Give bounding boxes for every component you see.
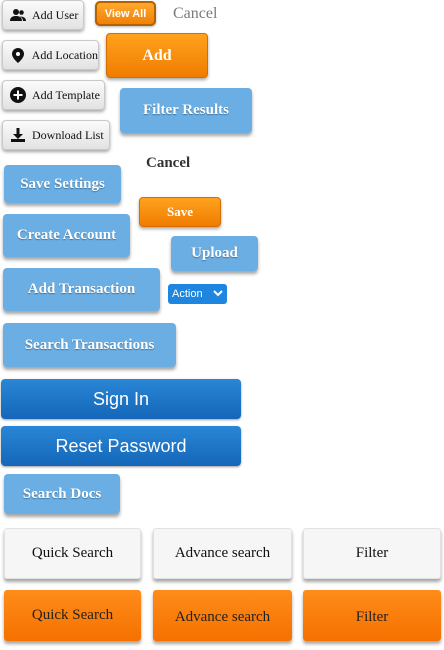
view-all-button[interactable]: View All	[95, 1, 156, 26]
add-template-button[interactable]: Add Template	[2, 80, 105, 110]
chevron-down-icon	[213, 288, 223, 300]
add-user-button[interactable]: Add User	[2, 0, 84, 30]
upload-button[interactable]: Upload	[171, 236, 258, 271]
save-settings-button[interactable]: Save Settings	[4, 165, 121, 203]
search-docs-button[interactable]: Search Docs	[4, 474, 120, 514]
add-location-button[interactable]: Add Location	[2, 40, 99, 70]
download-list-button[interactable]: Download List	[2, 120, 110, 150]
add-button[interactable]: Add	[106, 33, 208, 78]
map-pin-icon	[10, 47, 26, 63]
sign-in-button[interactable]: Sign In	[1, 379, 241, 419]
reset-password-button[interactable]: Reset Password	[1, 426, 241, 466]
cancel-link[interactable]: Cancel	[173, 2, 217, 26]
search-transactions-button[interactable]: Search Transactions	[3, 323, 176, 367]
plus-circle-icon	[10, 87, 26, 103]
advance-search-orange-button[interactable]: Advance search	[153, 590, 292, 641]
advance-search-button[interactable]: Advance search	[153, 528, 292, 579]
quick-search-button[interactable]: Quick Search	[4, 528, 141, 579]
save-button[interactable]: Save	[139, 197, 221, 227]
cancel-text-button[interactable]: Cancel	[146, 152, 190, 174]
create-account-button[interactable]: Create Account	[3, 214, 130, 257]
filter-button[interactable]: Filter	[303, 528, 441, 579]
action-select[interactable]: Action	[168, 284, 227, 304]
add-transaction-button[interactable]: Add Transaction	[3, 268, 160, 311]
filter-results-button[interactable]: Filter Results	[120, 88, 252, 133]
quick-search-orange-button[interactable]: Quick Search	[4, 590, 141, 641]
users-icon	[10, 7, 26, 23]
filter-orange-button[interactable]: Filter	[303, 590, 441, 641]
download-icon	[10, 127, 26, 143]
